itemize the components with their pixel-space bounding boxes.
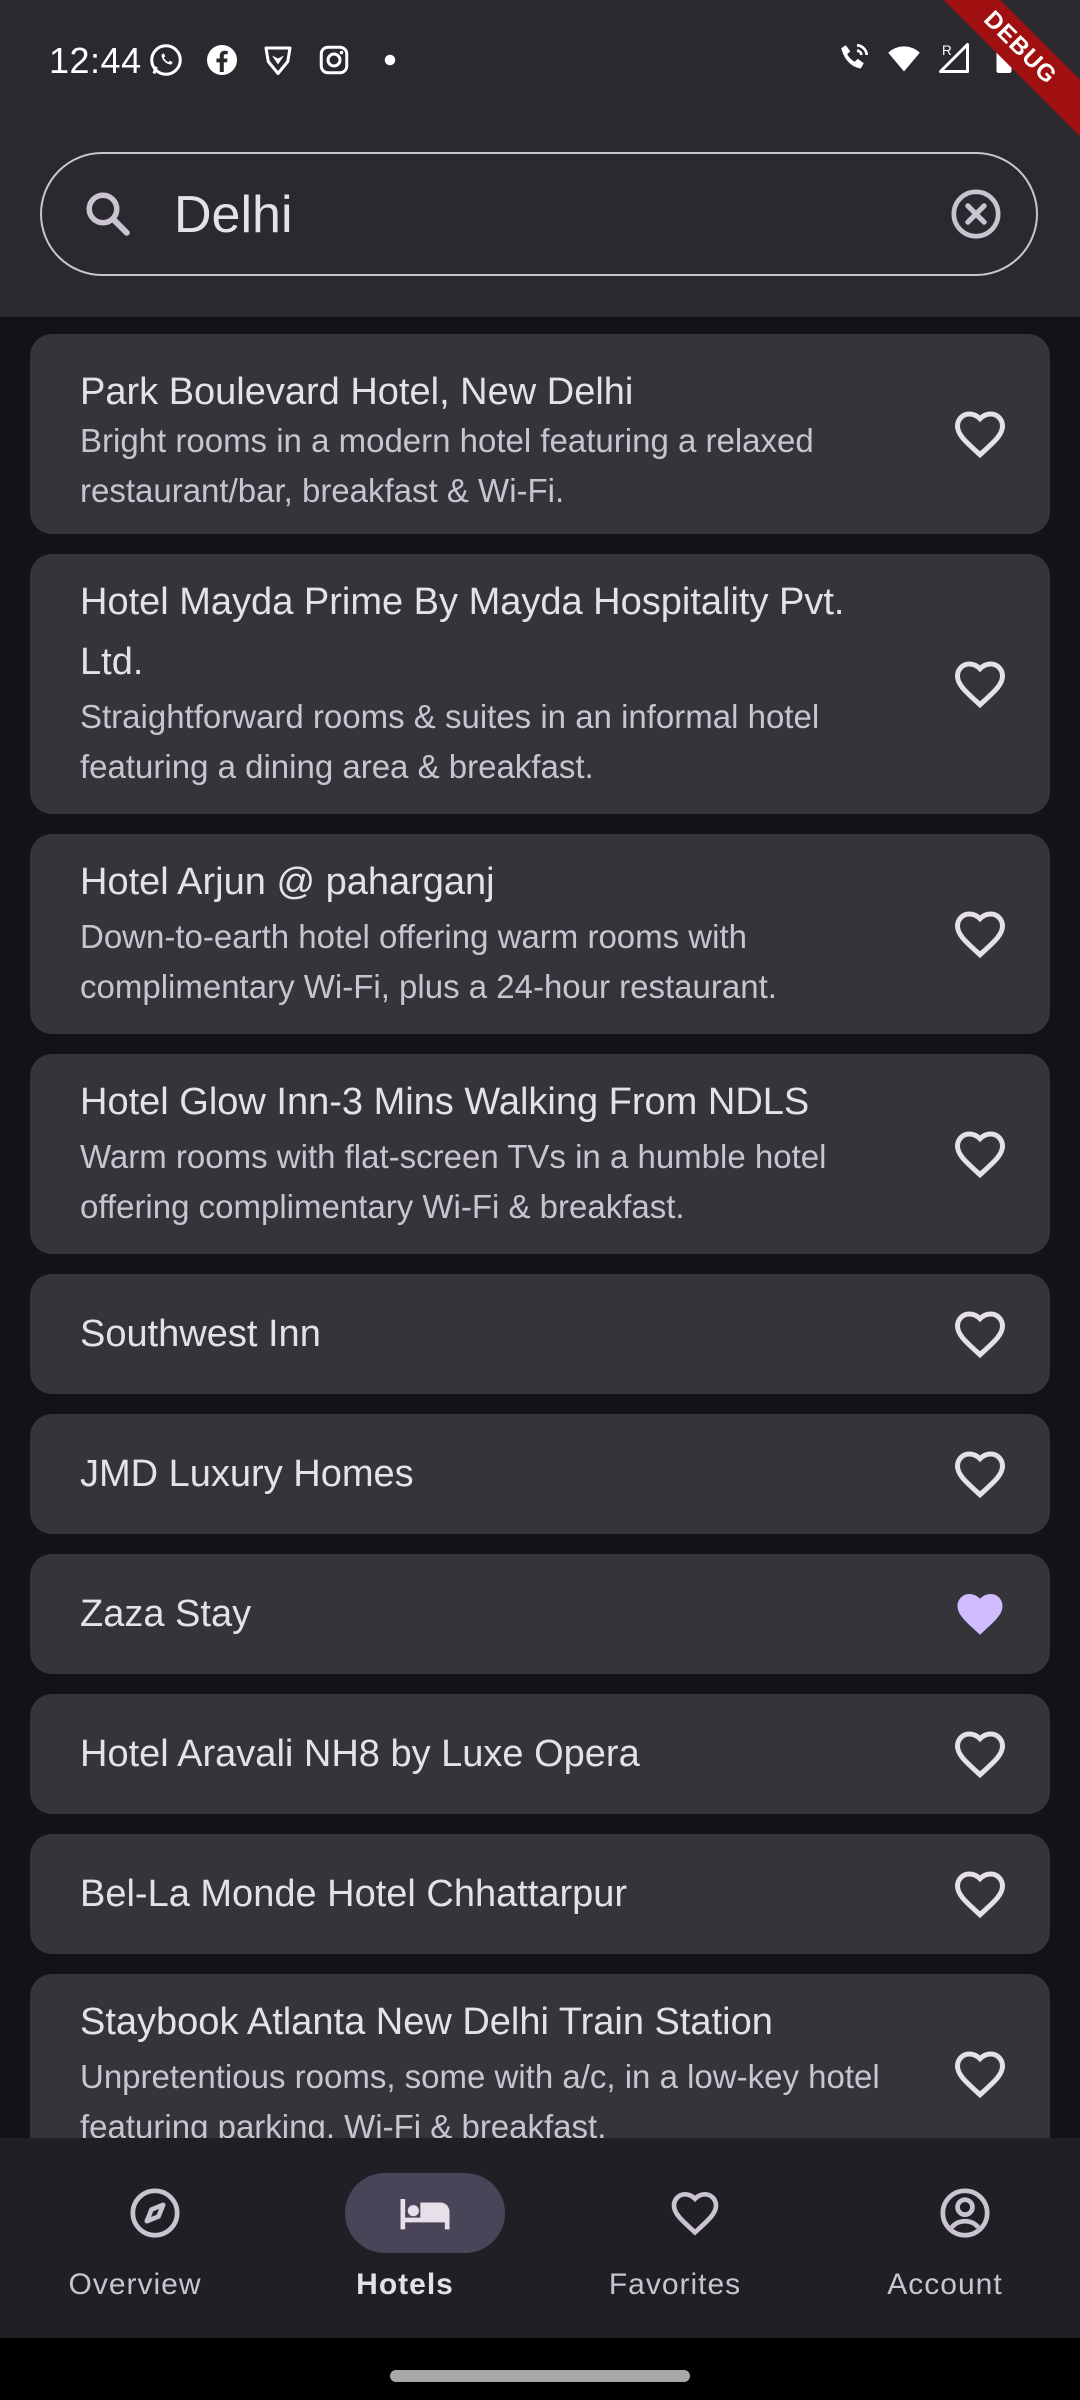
debug-banner: DEBUG — [913, 0, 1080, 155]
nav-indicator — [75, 2173, 235, 2253]
hotel-card[interactable]: Staybook Atlanta New Delhi Train Station… — [30, 1974, 1050, 2138]
hotel-card[interactable]: Hotel Mayda Prime By Mayda Hospitality P… — [30, 554, 1050, 814]
bottom-navigation: Overview Hotels Favorites Account — [0, 2138, 1080, 2338]
heart-outline-icon — [954, 1451, 1006, 1499]
favorite-icon[interactable] — [950, 1864, 1010, 1924]
heart-outline-icon — [954, 411, 1006, 459]
status-time: 12:44 — [49, 40, 142, 81]
hotel-description: Down-to-earth hotel offering warm rooms … — [80, 918, 777, 1005]
hotel-card[interactable]: JMD Luxury Homes — [30, 1414, 1050, 1534]
hotel-card[interactable]: Southwest Inn — [30, 1274, 1050, 1394]
nav-item-favorites[interactable]: Favorites — [540, 2138, 810, 2338]
favorite-icon[interactable] — [950, 1584, 1010, 1644]
nav-indicator — [615, 2173, 775, 2253]
heart-outline-icon — [954, 911, 1006, 959]
nav-item-hotels[interactable]: Hotels — [270, 2138, 540, 2338]
favorite-icon[interactable] — [950, 1724, 1010, 1784]
hotel-description: Unpretentious rooms, some with a/c, in a… — [80, 2058, 880, 2138]
nav-indicator — [345, 2173, 505, 2253]
instagram-icon — [316, 42, 352, 78]
nav-label: Account — [887, 2268, 1003, 2301]
facebook-icon — [204, 42, 240, 78]
hotel-title: Bel-La Monde Hotel Chhattarpur — [80, 1873, 628, 1915]
bed-icon — [400, 2199, 450, 2230]
gesture-navigation-area — [0, 2338, 1080, 2400]
nav-indicator — [885, 2173, 1045, 2253]
clear-icon[interactable] — [948, 186, 1004, 242]
nav-label: Hotels — [356, 2268, 454, 2301]
nav-label: Overview — [68, 2268, 202, 2301]
hotel-title: Hotel Arjun @ paharganj — [80, 861, 495, 903]
heart-icon — [671, 2191, 719, 2236]
favorite-icon[interactable] — [950, 1124, 1010, 1184]
heart-outline-icon — [954, 661, 1006, 709]
top-app-bar: 12:44 R DEBUG Delhi — [0, 0, 1080, 317]
signal-icon: R — [936, 40, 972, 76]
status-bar: 12:44 R DEBUG — [0, 0, 1080, 155]
dot-icon — [372, 42, 408, 78]
hotel-description: Straightforward rooms & suites in an inf… — [80, 698, 820, 785]
hotel-title: Hotel Glow Inn-3 Mins Walking From NDLS — [80, 1081, 810, 1123]
heart-outline-icon — [954, 1311, 1006, 1359]
hotel-card[interactable]: Hotel Glow Inn-3 Mins Walking From NDLS … — [30, 1054, 1050, 1254]
heart-filled-icon — [957, 1594, 1003, 1635]
nav-item-overview[interactable]: Overview — [0, 2138, 270, 2338]
favorite-icon[interactable] — [950, 654, 1010, 714]
favorite-icon[interactable] — [950, 404, 1010, 464]
favorite-icon[interactable] — [950, 904, 1010, 964]
hotel-title: Southwest Inn — [80, 1313, 321, 1355]
account-icon — [940, 2188, 990, 2238]
favorite-icon[interactable] — [950, 1304, 1010, 1364]
hotel-list[interactable]: Park Boulevard Hotel, New Delhi Bright r… — [30, 334, 1050, 2138]
search-icon[interactable] — [78, 184, 138, 244]
hotel-description: Warm rooms with flat-screen TVs in a hum… — [80, 1138, 827, 1225]
nav-item-account[interactable]: Account — [810, 2138, 1080, 2338]
whatsapp-icon — [148, 42, 184, 78]
hotel-card[interactable]: Bel-La Monde Hotel Chhattarpur — [30, 1834, 1050, 1954]
notification-icons — [148, 42, 408, 78]
hotel-title: Park Boulevard Hotel, New Delhi — [80, 371, 634, 413]
wifi-icon — [886, 40, 922, 76]
hotel-card[interactable]: Hotel Aravali NH8 by Luxe Opera — [30, 1694, 1050, 1814]
search-input[interactable] — [172, 174, 956, 256]
heart-outline-icon — [954, 1731, 1006, 1779]
heart-outline-icon — [954, 1871, 1006, 1919]
favorite-icon[interactable] — [950, 1444, 1010, 1504]
favorite-icon[interactable] — [950, 2044, 1010, 2104]
svg-text:R: R — [942, 43, 952, 58]
hotel-title: Staybook Atlanta New Delhi Train Station — [80, 2001, 773, 2043]
hotel-card[interactable]: Zaza Stay — [30, 1554, 1050, 1674]
hotel-title: Zaza Stay — [80, 1593, 252, 1635]
hotel-title: Hotel Mayda Prime By Mayda Hospitality P… — [80, 581, 845, 683]
hotel-card[interactable]: Hotel Arjun @ paharganj Down-to-earth ho… — [30, 834, 1050, 1034]
nav-label: Favorites — [608, 2268, 742, 2301]
hotel-description: Bright rooms in a modern hotel featuring… — [80, 422, 814, 509]
search-bar[interactable] — [40, 152, 1038, 276]
gesture-handle[interactable] — [390, 2370, 690, 2382]
heart-outline-icon — [954, 1131, 1006, 1179]
hotel-title: Hotel Aravali NH8 by Luxe Opera — [80, 1733, 640, 1775]
compass-icon — [130, 2188, 180, 2238]
hotel-card[interactable]: Park Boulevard Hotel, New Delhi Bright r… — [30, 334, 1050, 534]
wifi-call-icon — [836, 40, 872, 76]
heart-outline-icon — [954, 2051, 1006, 2099]
brave-icon — [260, 42, 296, 78]
hotel-title: JMD Luxury Homes — [80, 1453, 414, 1495]
